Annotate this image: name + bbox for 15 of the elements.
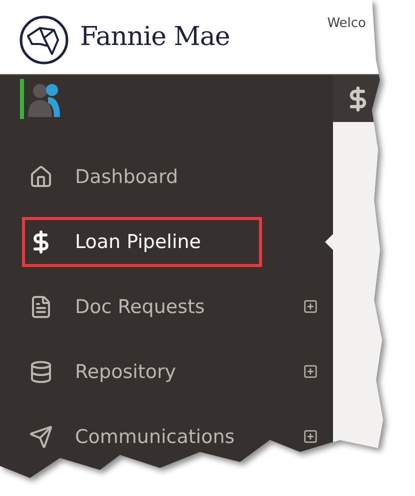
brand-name: Fannie Mae	[80, 22, 230, 52]
expand-icon[interactable]	[303, 364, 318, 379]
welcome-text: Welco	[327, 16, 366, 31]
nav-item[interactable]: Dashboard	[22, 152, 182, 202]
expand-icon[interactable]	[303, 429, 318, 444]
nav-item[interactable]: Loan Pipeline	[22, 216, 262, 266]
logo-icon	[18, 14, 70, 66]
nav-item[interactable]: Doc Requests	[22, 282, 208, 332]
database-icon	[29, 360, 53, 384]
document-icon	[29, 294, 53, 318]
nav-item[interactable]: Repository	[22, 346, 180, 396]
paper-plane-icon	[29, 424, 53, 448]
nav-item[interactable]: Communications	[22, 412, 238, 462]
home-icon	[29, 164, 53, 188]
expand-icon[interactable]	[303, 299, 318, 314]
